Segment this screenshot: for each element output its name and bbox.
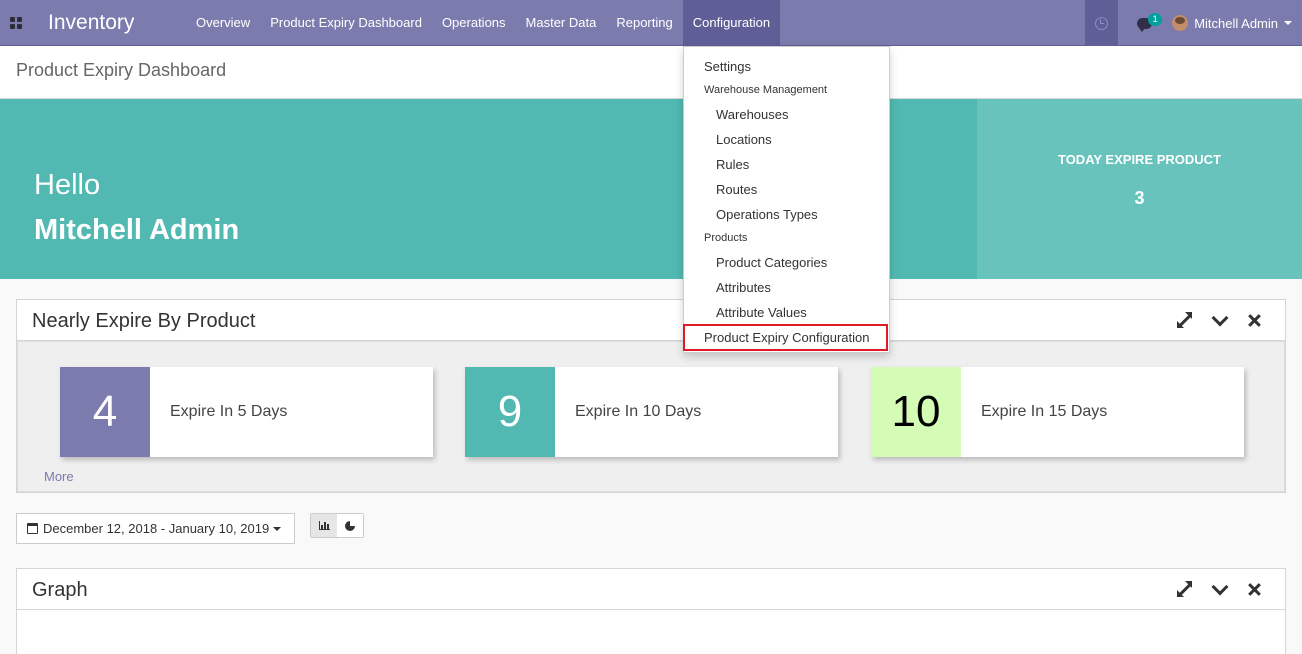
navbar-systray: 1 Mitchell Admin <box>1085 0 1302 46</box>
chart-view-switch <box>310 513 364 538</box>
bar-chart-icon <box>318 521 330 530</box>
stat-label: Expire In 15 Days <box>981 403 1108 420</box>
apps-menu-icon[interactable] <box>0 0 32 46</box>
panel-tools <box>1160 579 1265 599</box>
menu-item-warehouses[interactable]: Warehouses <box>716 107 789 122</box>
chevron-down-icon[interactable] <box>1210 310 1230 330</box>
panel-header: Nearly Expire By Product <box>17 300 1285 341</box>
menu-item-attribute-values[interactable]: Attribute Values <box>716 305 807 320</box>
stat-label: Expire In 10 Days <box>575 403 702 420</box>
top-navbar: Inventory Overview Product Expiry Dashbo… <box>0 0 1302 46</box>
menu-overview[interactable]: Overview <box>186 0 260 46</box>
menu-header-warehouse-management: Warehouse Management <box>704 84 828 96</box>
caret-down-icon <box>1284 21 1292 25</box>
menu-product-expiry-dashboard[interactable]: Product Expiry Dashboard <box>260 0 432 46</box>
stat-label: Expire In 5 Days <box>170 403 288 420</box>
close-icon[interactable] <box>1245 579 1265 599</box>
date-range-picker[interactable]: December 12, 2018 - January 10, 2019 <box>16 513 295 544</box>
stat-card-5-days[interactable]: 4 Expire In 5 Days <box>60 367 433 457</box>
menu-item-locations[interactable]: Locations <box>716 132 772 147</box>
today-expire-label: TODAY EXPIRE PRODUCT <box>1057 152 1222 167</box>
menu-item-settings[interactable]: Settings <box>704 59 751 74</box>
stat-value: 4 <box>60 367 150 457</box>
messaging-button[interactable]: 1 <box>1122 0 1166 46</box>
menu-item-product-categories[interactable]: Product Categories <box>716 255 827 270</box>
graph-panel: Graph <box>16 568 1286 654</box>
panel-header: Graph <box>17 569 1285 610</box>
greeting-text: Hello <box>34 169 101 201</box>
menu-item-routes[interactable]: Routes <box>716 182 757 197</box>
menu-configuration[interactable]: Configuration <box>682 0 781 46</box>
chevron-down-icon[interactable] <box>1210 579 1230 599</box>
chat-counter-badge: 1 <box>1148 13 1163 26</box>
more-link[interactable]: More <box>44 469 74 484</box>
today-expire-value: 3 <box>1134 188 1145 208</box>
main-menu: Overview Product Expiry Dashboard Operat… <box>186 0 781 46</box>
avatar <box>1172 15 1189 31</box>
activity-clock-icon[interactable] <box>1085 0 1119 46</box>
panel-body: 4 Expire In 5 Days 9 Expire In 10 Days 1… <box>17 341 1285 492</box>
menu-header-products: Products <box>704 232 748 244</box>
menu-item-product-expiry-configuration[interactable]: Product Expiry Configuration <box>704 330 869 345</box>
panel-title: Graph <box>32 579 88 601</box>
pie-chart-icon <box>345 519 356 531</box>
panel-title: Nearly Expire By Product <box>32 310 256 332</box>
caret-down-icon <box>273 526 282 531</box>
menu-item-attributes[interactable]: Attributes <box>716 280 771 295</box>
user-name: Mitchell Admin <box>1194 15 1278 31</box>
configuration-dropdown-menu: Settings Warehouse Management Warehouses… <box>683 46 890 353</box>
today-expire-box: TODAY EXPIRE PRODUCT 3 <box>977 99 1302 279</box>
stat-card-15-days[interactable]: 10 Expire In 15 Days <box>871 367 1244 457</box>
breadcrumb: Product Expiry Dashboard <box>16 60 227 80</box>
menu-item-rules[interactable]: Rules <box>716 157 749 172</box>
menu-master-data[interactable]: Master Data <box>516 0 607 46</box>
greeting-name: Mitchell Admin <box>34 214 240 246</box>
bar-chart-view-button[interactable] <box>311 514 337 537</box>
menu-operations[interactable]: Operations <box>432 0 516 46</box>
expand-icon[interactable] <box>1175 579 1195 599</box>
pie-chart-view-button[interactable] <box>337 514 363 537</box>
control-panel: Product Expiry Dashboard <box>0 46 1302 99</box>
user-menu[interactable]: Mitchell Admin <box>1166 0 1302 46</box>
menu-item-operations-types[interactable]: Operations Types <box>716 207 818 222</box>
close-icon[interactable] <box>1245 310 1265 330</box>
stat-value: 9 <box>465 367 555 457</box>
nearly-expire-panel: Nearly Expire By Product 4 Expire In 5 D… <box>16 299 1286 493</box>
menu-reporting[interactable]: Reporting <box>606 0 682 46</box>
date-range-value: December 12, 2018 - January 10, 2019 <box>43 521 270 536</box>
panel-tools <box>1160 310 1265 330</box>
stat-value: 10 <box>871 367 961 457</box>
stat-card-10-days[interactable]: 9 Expire In 10 Days <box>465 367 838 457</box>
app-title[interactable]: Inventory <box>48 11 186 35</box>
expand-icon[interactable] <box>1175 310 1195 330</box>
calendar-icon <box>27 523 38 534</box>
